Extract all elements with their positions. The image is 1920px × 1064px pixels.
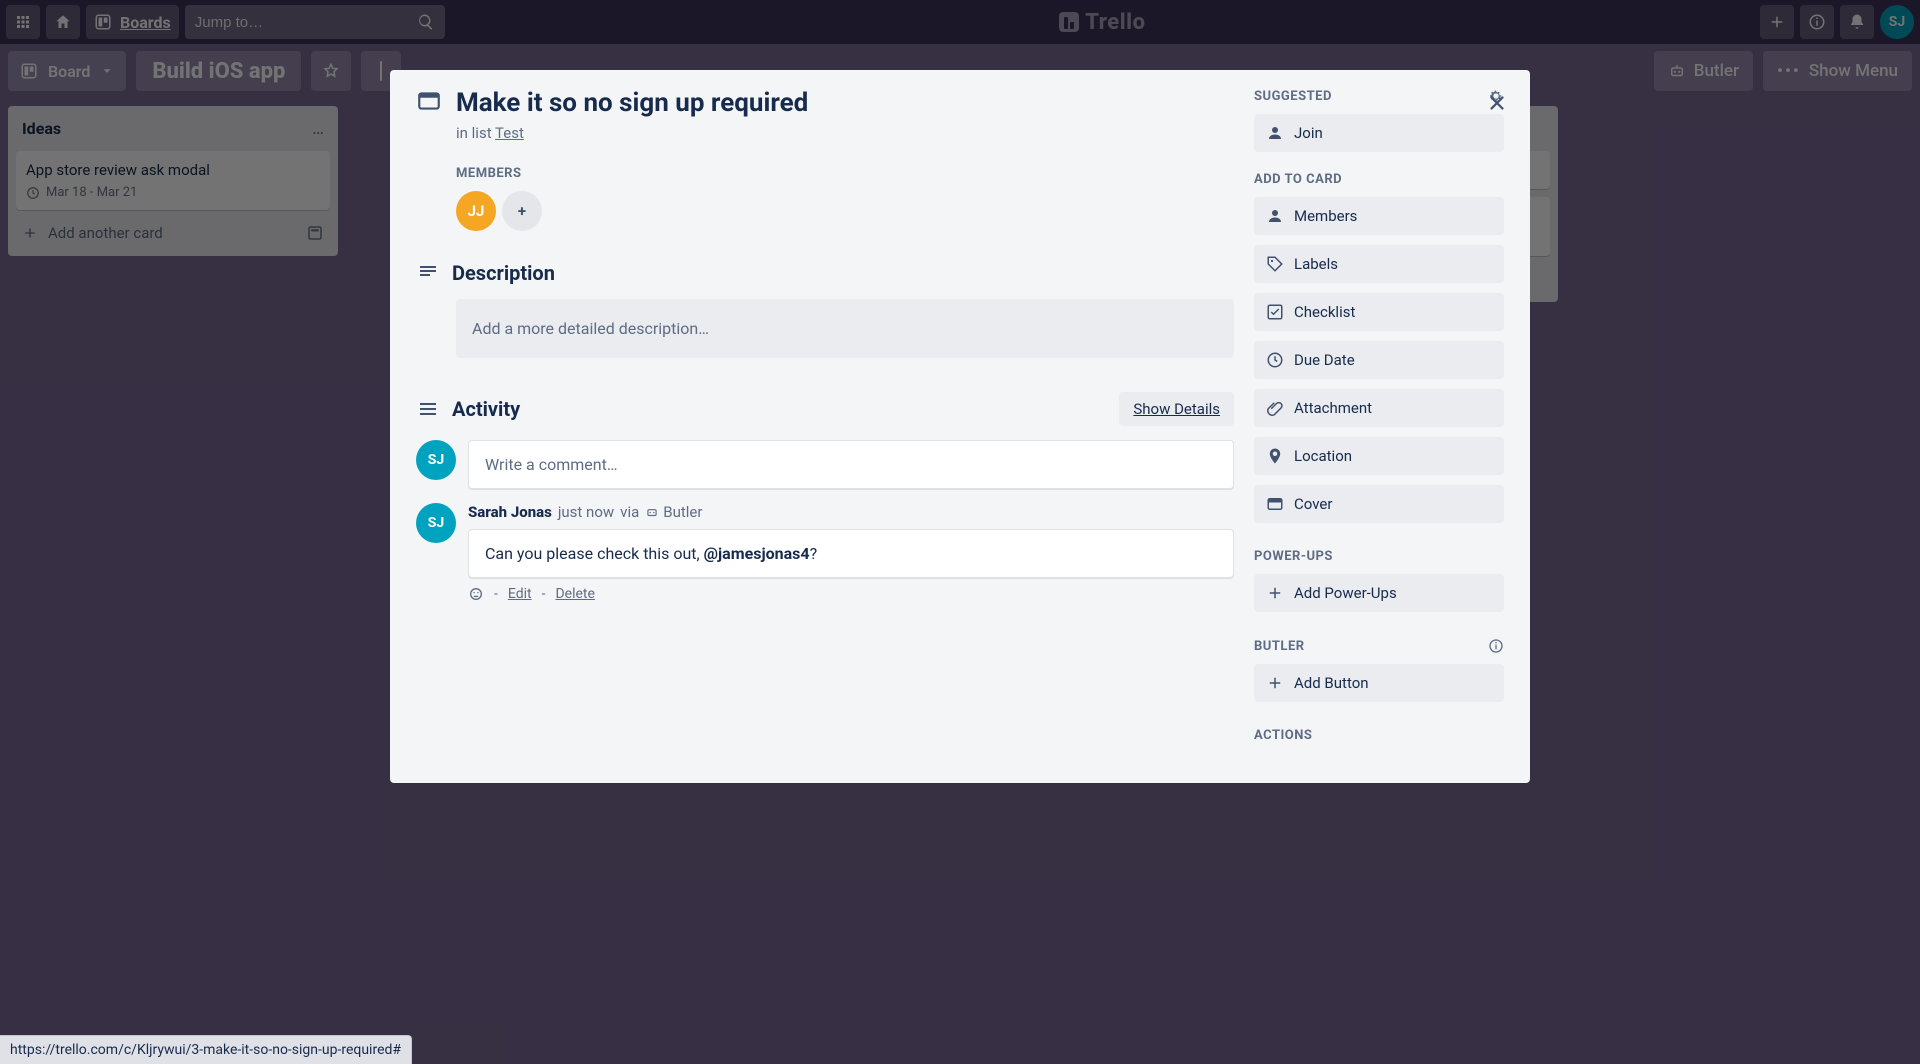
location-button[interactable]: Location xyxy=(1254,437,1504,475)
card-modal-title[interactable]: Make it so no sign up required xyxy=(456,88,808,118)
butler-section-label: BUTLER xyxy=(1254,638,1504,654)
add-member-button[interactable]: + xyxy=(502,191,542,231)
current-user-initials: SJ xyxy=(428,452,444,468)
comment-via-label: via xyxy=(620,503,639,521)
status-bar-url: https://trello.com/c/Kljrywui/3-make-it-… xyxy=(0,1035,412,1064)
description-placeholder: Add a more detailed description… xyxy=(472,319,709,338)
current-user-avatar: SJ xyxy=(416,440,456,480)
actions-label: ACTIONS xyxy=(1254,728,1504,743)
activity-icon xyxy=(416,397,440,421)
comment-edit-link[interactable]: Edit xyxy=(508,586,532,602)
comment-placeholder: Write a comment… xyxy=(485,455,618,474)
comment-author-name[interactable]: Sarah Jonas xyxy=(468,503,552,521)
comment-input[interactable]: Write a comment… xyxy=(468,440,1234,489)
action-separator: - xyxy=(542,586,546,602)
close-icon xyxy=(1486,92,1508,114)
label-icon xyxy=(1266,255,1284,273)
comment-mention[interactable]: @jamesjonas4 xyxy=(704,544,810,563)
join-label: Join xyxy=(1294,124,1323,142)
members-icon xyxy=(1266,207,1284,225)
user-icon xyxy=(1266,124,1284,142)
modal-close-button[interactable] xyxy=(1478,84,1516,122)
description-input[interactable]: Add a more detailed description… xyxy=(456,299,1234,358)
checklist-button[interactable]: Checklist xyxy=(1254,293,1504,331)
modal-sidebar: SUGGESTED Join ADD TO CARD Members Label… xyxy=(1254,88,1504,743)
location-btn-label: Location xyxy=(1294,447,1352,465)
plus-glyph: + xyxy=(518,202,526,220)
plus-icon xyxy=(1266,674,1284,692)
reaction-icon[interactable] xyxy=(468,586,484,602)
butler-small-icon xyxy=(645,505,659,519)
modal-overlay[interactable]: Make it so no sign up required in list T… xyxy=(0,0,1920,1064)
action-separator: - xyxy=(494,586,498,602)
labels-btn-label: Labels xyxy=(1294,255,1338,273)
activity-label: Activity xyxy=(452,397,520,421)
comment-butler-tag[interactable]: Butler xyxy=(645,503,702,521)
info-small-icon[interactable] xyxy=(1488,638,1504,654)
labels-button[interactable]: Labels xyxy=(1254,245,1504,283)
members-section-label: MEMBERS xyxy=(456,166,1234,181)
activity-header: Activity Show Details xyxy=(416,392,1234,426)
comment-author-initials: SJ xyxy=(428,515,444,531)
join-button[interactable]: Join xyxy=(1254,114,1504,152)
card-modal: Make it so no sign up required in list T… xyxy=(390,70,1530,783)
comment-time: just now xyxy=(558,503,614,521)
comment-delete-link[interactable]: Delete xyxy=(555,586,594,602)
member-avatar-jj[interactable]: JJ xyxy=(456,191,496,231)
comment-author-avatar: SJ xyxy=(416,503,456,543)
card-list-breadcrumb: in list Test xyxy=(456,124,1234,142)
attachment-icon xyxy=(1266,399,1284,417)
location-icon xyxy=(1266,447,1284,465)
clock-icon xyxy=(1266,351,1284,369)
members-btn-label: Members xyxy=(1294,207,1357,225)
checklist-icon xyxy=(1266,303,1284,321)
add-powerups-label: Add Power-Ups xyxy=(1294,584,1397,602)
add-to-card-label: ADD TO CARD xyxy=(1254,172,1504,187)
comment-body: Can you please check this out, @jamesjon… xyxy=(468,529,1234,578)
due-date-button[interactable]: Due Date xyxy=(1254,341,1504,379)
activity-comment: SJ Sarah Jonas just now via Butler Can y… xyxy=(416,503,1234,602)
modal-main: Make it so no sign up required in list T… xyxy=(416,88,1234,743)
butler-section-text: BUTLER xyxy=(1254,639,1305,654)
description-header: Description xyxy=(416,261,1234,285)
cover-button[interactable]: Cover xyxy=(1254,485,1504,523)
card-header-icon xyxy=(416,88,442,118)
comment-text-suffix: ? xyxy=(810,544,818,563)
plus-icon xyxy=(1266,584,1284,602)
comment-composer: SJ Write a comment… xyxy=(416,440,1234,489)
members-row: JJ + xyxy=(456,191,1234,231)
attachment-button[interactable]: Attachment xyxy=(1254,389,1504,427)
comment-text-prefix: Can you please check this out, xyxy=(485,544,704,563)
comment-actions: - Edit - Delete xyxy=(468,586,1234,602)
show-details-button[interactable]: Show Details xyxy=(1119,392,1234,426)
checklist-btn-label: Checklist xyxy=(1294,303,1355,321)
cover-icon xyxy=(1266,495,1284,513)
in-list-prefix: in list xyxy=(456,124,495,142)
member-initials: JJ xyxy=(468,202,485,220)
comment-meta: Sarah Jonas just now via Butler xyxy=(468,503,1234,521)
members-button[interactable]: Members xyxy=(1254,197,1504,235)
description-label: Description xyxy=(452,261,555,285)
suggested-label: SUGGESTED xyxy=(1254,88,1504,104)
due-date-btn-label: Due Date xyxy=(1294,351,1355,369)
add-button-button[interactable]: Add Button xyxy=(1254,664,1504,702)
cover-btn-label: Cover xyxy=(1294,495,1332,513)
add-button-label: Add Button xyxy=(1294,674,1369,692)
description-icon xyxy=(416,261,440,285)
powerups-label: POWER-UPS xyxy=(1254,549,1504,564)
suggested-label-text: SUGGESTED xyxy=(1254,89,1332,104)
add-powerups-button[interactable]: Add Power-Ups xyxy=(1254,574,1504,612)
comment-butler-text: Butler xyxy=(663,503,702,521)
attachment-btn-label: Attachment xyxy=(1294,399,1372,417)
in-list-link[interactable]: Test xyxy=(495,124,524,142)
